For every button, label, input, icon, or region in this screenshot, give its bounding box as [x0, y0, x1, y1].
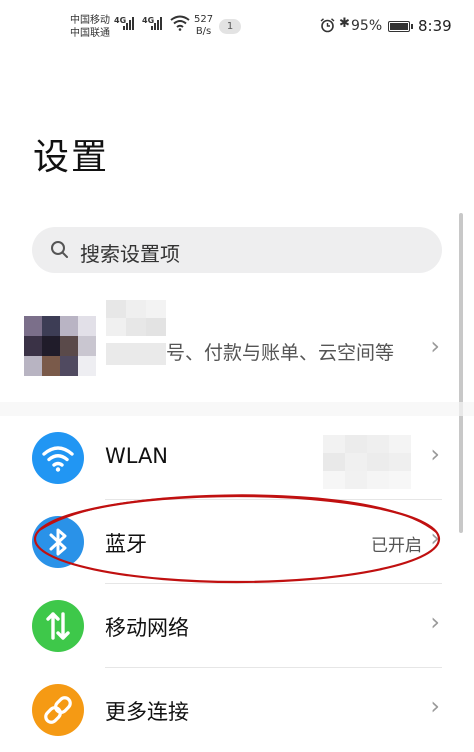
- signal-icon-2: [151, 17, 165, 30]
- wifi-name-redacted: [323, 435, 413, 489]
- settings-row-wlan[interactable]: WLAN ›: [0, 416, 474, 500]
- wifi-status-icon: [170, 15, 190, 31]
- row-label: WLAN: [105, 444, 169, 468]
- account-row[interactable]: 号、付款与账单、云空间等 ›: [0, 292, 474, 402]
- bluetooth-status-value: 已开启: [371, 536, 422, 556]
- bluetooth-status-icon: ✱: [339, 16, 350, 31]
- search-placeholder: 搜索设置项: [80, 242, 180, 266]
- battery-percent: 95%: [351, 18, 383, 34]
- speed-unit: B/s: [195, 26, 212, 37]
- chevron-right-icon: ›: [430, 332, 440, 360]
- account-description-text: 号、付款与账单、云空间等: [166, 342, 395, 364]
- bluetooth-icon: [32, 516, 84, 568]
- chevron-right-icon: ›: [430, 440, 440, 468]
- row-label: 更多连接: [105, 700, 189, 724]
- carrier-1: 中国移动: [70, 15, 110, 26]
- redacted-block: [106, 342, 166, 365]
- alarm-icon: [320, 18, 335, 33]
- settings-row-mobile-network[interactable]: 移动网络 ›: [0, 584, 474, 668]
- settings-row-more-connections[interactable]: 更多连接 ›: [0, 668, 474, 752]
- chevron-right-icon: ›: [430, 524, 440, 552]
- row-label: 移动网络: [105, 616, 189, 640]
- chevron-right-icon: ›: [430, 692, 440, 720]
- search-icon: [51, 241, 68, 258]
- section-divider: [0, 402, 474, 416]
- clock: 8:39: [418, 17, 452, 35]
- carrier-labels: 中国移动 中国联通: [70, 14, 110, 40]
- row-label: 蓝牙: [105, 532, 147, 556]
- settings-row-bluetooth[interactable]: 蓝牙 已开启 ›: [0, 500, 474, 584]
- account-description: 号、付款与账单、云空间等: [106, 338, 410, 368]
- wifi-icon: [32, 432, 84, 484]
- speed-value: 527: [194, 14, 214, 25]
- search-input[interactable]: 搜索设置项: [32, 227, 442, 273]
- link-icon: [32, 684, 84, 736]
- battery-icon: [388, 21, 413, 32]
- carrier-2: 中国联通: [70, 28, 110, 39]
- status-bar: 中国移动 中国联通 4G 4G 527 B/s 1 ✱ 95% 8:39: [0, 0, 474, 54]
- avatar: [24, 316, 96, 376]
- mobile-data-icon: [32, 600, 84, 652]
- chevron-right-icon: ›: [430, 608, 440, 636]
- page-title: 设置: [33, 137, 110, 178]
- network-speed: 527 B/s: [194, 14, 213, 38]
- notification-badge: 1: [219, 19, 241, 34]
- signal-icon-1: [123, 17, 137, 30]
